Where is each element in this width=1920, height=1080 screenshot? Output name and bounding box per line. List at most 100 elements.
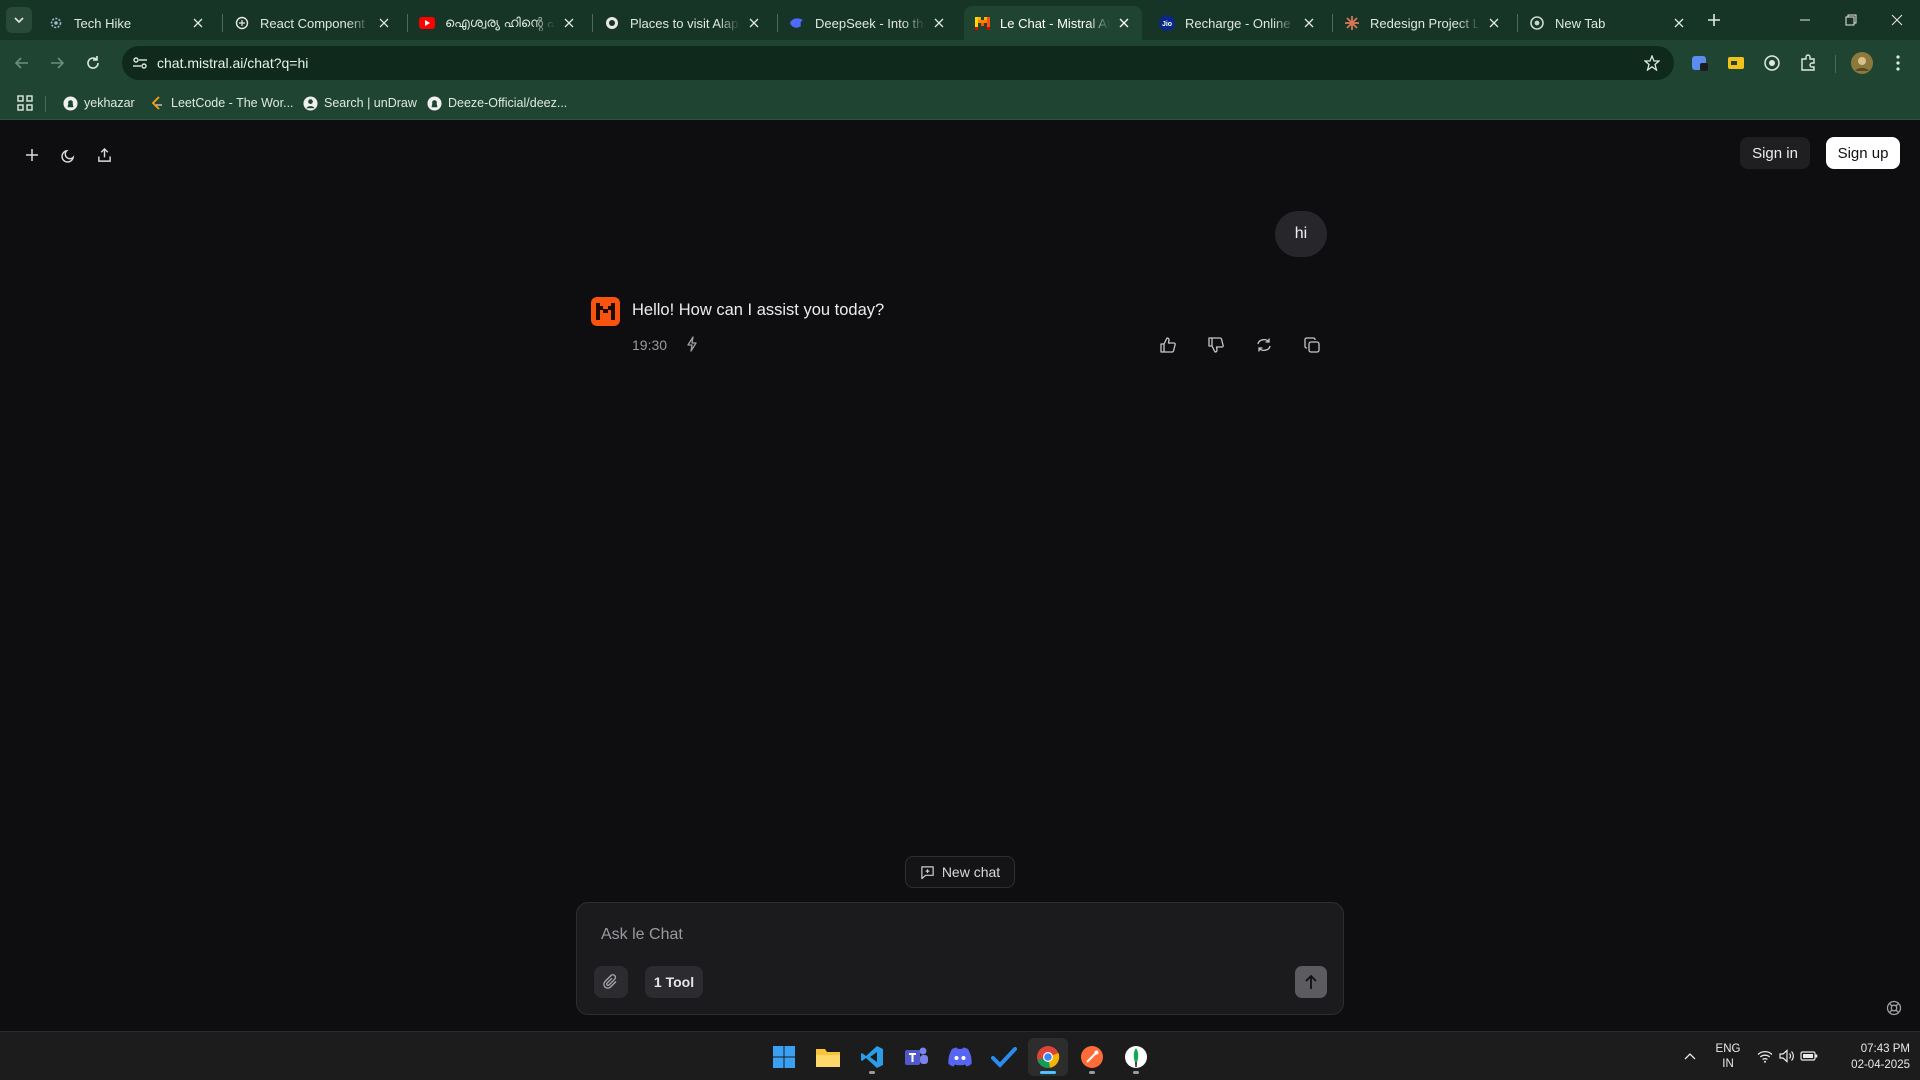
system-clock[interactable]: 07:43 PM 02-04-2025 xyxy=(1830,1041,1910,1073)
restore-icon xyxy=(1845,14,1857,26)
mongodb-compass-icon[interactable] xyxy=(1116,1038,1156,1076)
chat-input[interactable] xyxy=(601,923,1301,947)
tab-deepseek[interactable]: DeepSeek - Into the Unknown xyxy=(779,6,957,40)
chat-plus-icon xyxy=(921,865,934,879)
tab-redesign-project[interactable]: Redesign Project Layout xyxy=(1334,6,1512,40)
postman-icon[interactable] xyxy=(1072,1038,1112,1076)
theme-moon-icon[interactable] xyxy=(56,143,80,167)
new-tab-button[interactable] xyxy=(1702,8,1726,32)
extension-wallet-icon[interactable] xyxy=(1724,51,1748,75)
minimize-button[interactable] xyxy=(1782,0,1828,40)
sign-in-button[interactable]: Sign in xyxy=(1740,137,1810,169)
tab-react-component[interactable]: React Component for xyxy=(224,6,402,40)
bookmark-deeze[interactable]: Deeze-Official/deez... xyxy=(426,92,567,114)
attach-button[interactable] xyxy=(594,966,628,998)
chevron-up-icon[interactable] xyxy=(1680,1046,1700,1066)
tab-le-chat[interactable]: Le Chat - Mistral AI xyxy=(964,6,1142,40)
extensions-puzzle-icon[interactable] xyxy=(1796,51,1820,75)
discord-icon[interactable] xyxy=(940,1038,980,1076)
tab-places-alappuzha[interactable]: Places to visit Alappuzha xyxy=(594,6,772,40)
wifi-icon[interactable] xyxy=(1755,1046,1775,1066)
apps-grid-icon[interactable] xyxy=(17,92,33,114)
copy-icon[interactable] xyxy=(1301,334,1323,356)
thumbs-down-icon[interactable] xyxy=(1205,334,1227,356)
tab-search-button[interactable] xyxy=(6,7,32,33)
tab-title: Places to visit Alappuzha xyxy=(630,15,740,31)
file-explorer-icon[interactable] xyxy=(808,1038,848,1076)
new-chat-plus-icon[interactable] xyxy=(20,143,44,167)
github-icon xyxy=(62,95,78,111)
volume-icon[interactable] xyxy=(1777,1046,1797,1066)
arrow-left-icon xyxy=(14,57,28,69)
close-icon[interactable] xyxy=(1116,15,1132,31)
tab-tech-hike[interactable]: Tech Hike xyxy=(38,6,216,40)
chrome-icon[interactable] xyxy=(1028,1038,1068,1076)
share-icon[interactable] xyxy=(92,143,116,167)
address-bar[interactable]: chat.mistral.ai/chat?q=hi xyxy=(122,46,1674,80)
tools-button[interactable]: 1 Tool xyxy=(645,966,703,998)
close-icon[interactable] xyxy=(931,15,947,31)
close-icon[interactable] xyxy=(190,15,206,31)
profile-avatar[interactable] xyxy=(1850,51,1874,75)
paperclip-icon xyxy=(603,974,617,989)
tab-title: DeepSeek - Into the Unknown xyxy=(815,15,925,31)
sign-up-button[interactable]: Sign up xyxy=(1826,137,1900,169)
restore-button[interactable] xyxy=(1828,0,1874,40)
send-button[interactable] xyxy=(1295,966,1327,998)
extension-cloud-icon[interactable] xyxy=(1688,51,1712,75)
le-chat-page: Sign in Sign up hi Hello! How can I assi… xyxy=(0,121,1920,1031)
forward-button[interactable] xyxy=(43,49,71,77)
chevron-down-icon xyxy=(14,17,24,24)
thumbs-up-icon[interactable] xyxy=(1157,334,1179,356)
close-icon[interactable] xyxy=(1301,15,1317,31)
claude-icon xyxy=(1344,15,1360,31)
back-button[interactable] xyxy=(8,49,36,77)
tab-jio-recharge[interactable]: Jio Recharge - Online Recharge xyxy=(1149,6,1327,40)
tab-new-tab[interactable]: New Tab xyxy=(1519,6,1697,40)
more-menu-icon[interactable] xyxy=(1886,51,1910,75)
todo-icon[interactable] xyxy=(984,1038,1024,1076)
minimize-icon xyxy=(1800,19,1810,21)
input-language[interactable]: ENG IN xyxy=(1714,1042,1742,1072)
close-window-button[interactable] xyxy=(1874,0,1920,40)
tab-title: Le Chat - Mistral AI xyxy=(1000,15,1110,31)
browser-tab-strip: Tech Hike React Component for ഐശ്വര്യ ഹി… xyxy=(0,0,1920,40)
assistant-message: Hello! How can I assist you today? xyxy=(632,301,885,319)
tab-youtube[interactable]: ഐശ്വര്യ ഹിന്റെ ഫ് xyxy=(409,6,587,40)
bookmark-star-icon[interactable] xyxy=(1642,53,1662,73)
mistral-icon xyxy=(974,15,990,31)
chrome-icon xyxy=(1529,15,1545,31)
close-icon[interactable] xyxy=(1671,15,1687,31)
tab-title: React Component for xyxy=(260,15,370,31)
site-info-icon[interactable] xyxy=(130,53,150,73)
bookmark-leetcode[interactable]: LeetCode - The Wor... xyxy=(149,92,294,114)
svg-text:Jio: Jio xyxy=(1162,21,1172,28)
user-message-bubble: hi xyxy=(1275,211,1327,257)
youtube-icon xyxy=(419,15,435,31)
bookmark-undraw[interactable]: Search | unDraw xyxy=(302,92,417,114)
help-lifebuoy-icon[interactable] xyxy=(1883,997,1905,1019)
url-text: chat.mistral.ai/chat?q=hi xyxy=(157,55,309,71)
close-icon[interactable] xyxy=(561,15,577,31)
windows-start-icon[interactable] xyxy=(764,1038,804,1076)
browser-toolbar: chat.mistral.ai/chat?q=hi xyxy=(0,40,1920,86)
reload-button[interactable] xyxy=(79,49,107,77)
vscode-icon[interactable] xyxy=(852,1038,892,1076)
regenerate-icon[interactable] xyxy=(1253,334,1275,356)
bookmark-yekhazar[interactable]: yekhazar xyxy=(62,92,135,114)
arrow-right-icon xyxy=(51,57,65,69)
deepseek-icon xyxy=(789,15,805,31)
leetcode-icon xyxy=(149,95,165,111)
close-icon[interactable] xyxy=(746,15,762,31)
close-icon[interactable] xyxy=(376,15,392,31)
battery-icon[interactable] xyxy=(1799,1046,1819,1066)
tab-title: New Tab xyxy=(1555,15,1606,31)
close-icon[interactable] xyxy=(1486,15,1502,31)
lightning-icon xyxy=(682,334,702,354)
bookmarks-bar: yekhazar LeetCode - The Wor... Search | … xyxy=(0,86,1920,120)
extension-target-icon[interactable] xyxy=(1760,51,1784,75)
teams-icon[interactable] xyxy=(896,1038,936,1076)
plus-icon xyxy=(1708,14,1720,26)
message-timestamp: 19:30 xyxy=(632,337,668,353)
new-chat-button[interactable]: New chat xyxy=(905,856,1015,888)
